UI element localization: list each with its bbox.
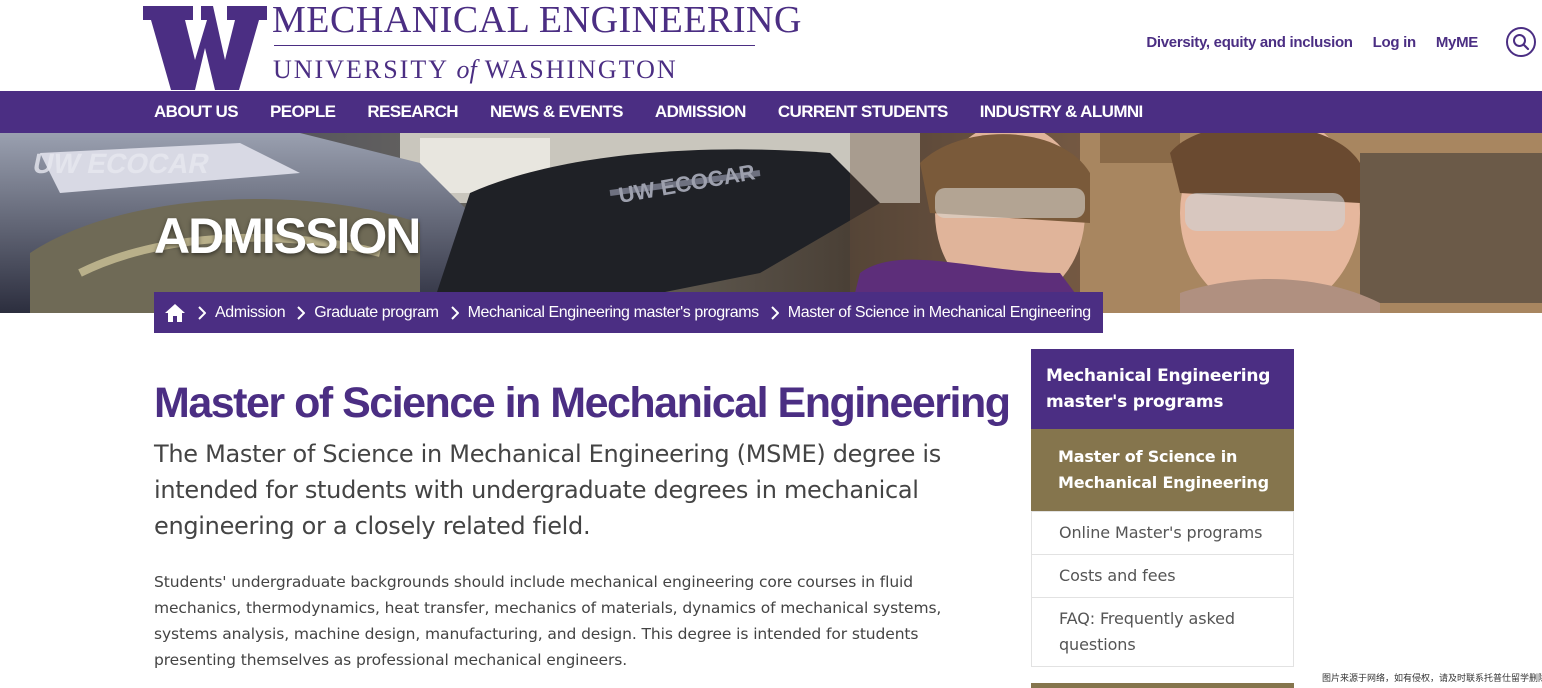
page-title: Master of Science in Mechanical Engineer…: [154, 379, 1011, 427]
site-header: MECHANICAL ENGINEERING UNIVERSITY of WAS…: [0, 0, 1542, 91]
sidebar-item-costs-fees[interactable]: Costs and fees: [1031, 555, 1294, 598]
chevron-right-icon: [450, 305, 459, 320]
breadcrumb: Admission Graduate program Mechanical En…: [154, 292, 1103, 333]
logo-divider: [274, 45, 755, 46]
hero-title: ADMISSION: [154, 208, 421, 264]
breadcrumb-graduate-program[interactable]: Graduate program: [314, 304, 439, 322]
nav-about-us[interactable]: ABOUT US: [154, 102, 239, 122]
chevron-right-icon: [198, 305, 206, 320]
body-paragraph: Students' undergraduate backgrounds shou…: [154, 573, 942, 669]
logo-of-word: of: [456, 55, 477, 84]
uw-w-logo-icon: [143, 6, 267, 90]
search-button[interactable]: [1506, 27, 1536, 57]
main-nav: ABOUT US PEOPLE RESEARCH NEWS & EVENTS A…: [0, 91, 1542, 133]
nav-admission[interactable]: ADMISSION: [655, 102, 747, 122]
nav-news-events[interactable]: NEWS & EVENTS: [490, 102, 624, 122]
util-link-diversity[interactable]: Diversity, equity and inclusion: [1146, 34, 1353, 51]
logo-university-name: UNIVERSITY of WASHINGTON: [273, 55, 678, 85]
chevron-right-icon: [297, 305, 306, 320]
logo-university-word: UNIVERSITY: [273, 55, 449, 84]
logo-department-name: MECHANICAL ENGINEERING: [272, 0, 802, 41]
util-link-myme[interactable]: MyME: [1436, 34, 1478, 51]
sidebar-item-faq[interactable]: FAQ: Frequently asked questions: [1031, 598, 1294, 667]
sidebar-next-block: [1031, 683, 1294, 688]
search-icon: [1513, 34, 1530, 51]
image-source-watermark: 图片来源于网络，如有侵权，请及时联系托普仕留学删除: [1322, 674, 1542, 684]
nav-people[interactable]: PEOPLE: [270, 102, 336, 122]
breadcrumb-current-page: Master of Science in Mechanical Engineer…: [787, 303, 1091, 321]
uw-me-logo[interactable]: MECHANICAL ENGINEERING UNIVERSITY of WAS…: [143, 0, 801, 91]
utility-nav: Diversity, equity and inclusion Log in M…: [1146, 34, 1478, 51]
breadcrumb-admission[interactable]: Admission: [215, 304, 286, 322]
util-link-login[interactable]: Log in: [1373, 34, 1416, 51]
logo-washington-word: WASHINGTON: [484, 55, 678, 84]
nav-research[interactable]: RESEARCH: [367, 102, 458, 122]
lead-paragraph: The Master of Science in Mechanical Engi…: [154, 440, 941, 540]
home-icon[interactable]: [164, 303, 186, 323]
breadcrumb-masters-programs[interactable]: Mechanical Engineering master's programs: [468, 304, 760, 322]
chevron-right-icon: [771, 305, 779, 320]
sidebar-item-online-masters[interactable]: Online Master's programs: [1031, 511, 1294, 555]
sidebar-item-msme-active[interactable]: Master of Science in Mechanical Engineer…: [1031, 429, 1294, 511]
hero-banner: UW ECOCAR UW ECOCAR ADMISSION: [0, 133, 1542, 313]
nav-current-students[interactable]: CURRENT STUDENTS: [778, 102, 948, 122]
sidebar-heading[interactable]: Mechanical Engineering master's programs: [1031, 349, 1294, 429]
nav-industry-alumni[interactable]: INDUSTRY & ALUMNI: [980, 102, 1144, 122]
sidebar-nav: Mechanical Engineering master's programs…: [1031, 349, 1294, 667]
svg-text:UW ECOCAR: UW ECOCAR: [30, 147, 212, 179]
